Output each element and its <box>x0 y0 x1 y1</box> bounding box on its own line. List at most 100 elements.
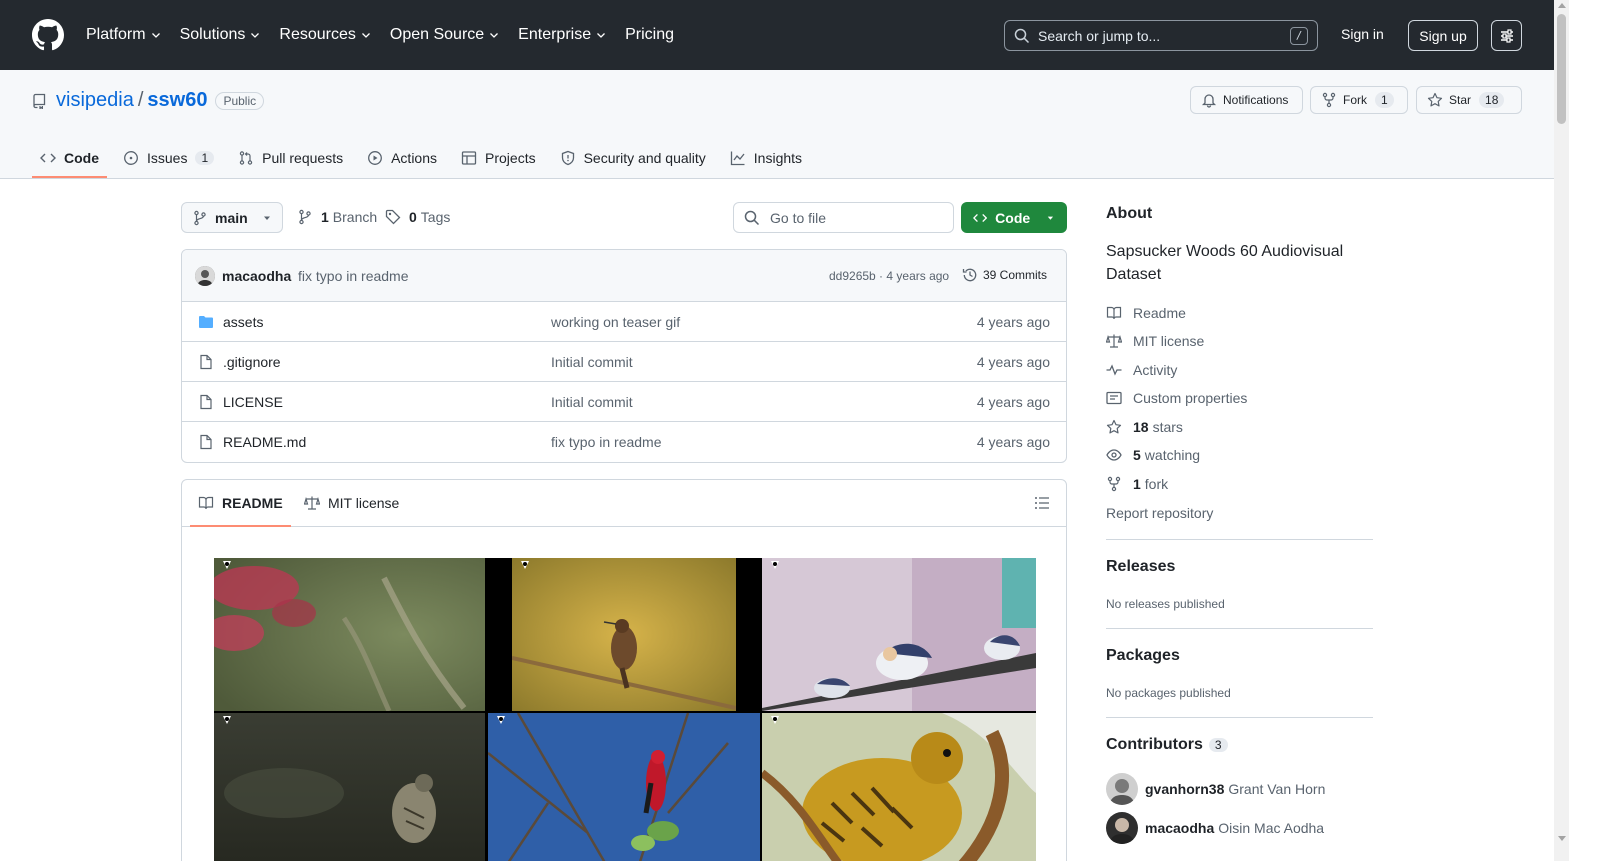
report-repository-link[interactable]: Report repository <box>1106 505 1213 521</box>
file-name-link[interactable]: README.md <box>223 434 306 450</box>
sign-up-button[interactable]: Sign up <box>1408 20 1478 51</box>
tab-insights[interactable]: Insights <box>722 139 810 177</box>
search-input[interactable]: Search or jump to... / <box>1004 20 1318 51</box>
star-icon <box>1106 419 1122 434</box>
contributor-item[interactable]: macaodha Oisin Mac Aodha <box>1106 812 1324 844</box>
list-toc-icon[interactable] <box>1034 495 1050 511</box>
branch-name: main <box>215 209 248 226</box>
star-button[interactable]: Star 18 <box>1416 86 1522 114</box>
file-commit-message[interactable]: Initial commit <box>551 394 633 410</box>
contributors-heading[interactable]: Contributors 3 <box>1106 736 1228 754</box>
readme-link[interactable]: Readme <box>1106 305 1186 321</box>
forks-link[interactable]: 1 fork <box>1106 476 1168 492</box>
notifications-button[interactable]: Notifications <box>1190 86 1303 114</box>
avatar[interactable] <box>1106 773 1138 805</box>
custom-properties-link[interactable]: Custom properties <box>1106 390 1247 406</box>
nav-pricing[interactable]: Pricing <box>625 22 674 48</box>
pull-request-icon <box>239 151 253 165</box>
scroll-down-arrow-icon[interactable] <box>1558 836 1566 841</box>
bell-icon <box>1201 94 1217 108</box>
global-header: Platform Solutions Resources Open Source… <box>0 0 1554 70</box>
stars-link[interactable]: 18 stars <box>1106 419 1183 435</box>
nav-open-source[interactable]: Open Source <box>390 22 500 48</box>
search-icon <box>1014 28 1030 43</box>
search-shortcut-key: / <box>1290 26 1308 45</box>
tags-link[interactable]: 0 Tags <box>385 209 450 225</box>
file-icon <box>200 354 212 370</box>
nav-solutions[interactable]: Solutions <box>180 22 262 48</box>
packages-heading[interactable]: Packages <box>1106 647 1180 665</box>
fork-count: 1 <box>1375 92 1394 108</box>
code-download-button[interactable]: Code <box>961 202 1067 233</box>
side-link-label: watching <box>1144 447 1201 463</box>
file-commit-message[interactable]: fix typo in readme <box>551 434 662 450</box>
commit-author-link[interactable]: macaodha <box>222 268 291 284</box>
avatar[interactable] <box>195 266 215 286</box>
releases-heading[interactable]: Releases <box>1106 558 1175 576</box>
fork-button[interactable]: Fork 1 <box>1310 86 1408 114</box>
file-row[interactable]: LICENSE Initial commit 4 years ago <box>182 382 1066 422</box>
commit-sha-time[interactable]: dd9265b · 4 years ago <box>829 269 949 283</box>
table-icon <box>461 151 477 165</box>
tab-security[interactable]: Security and quality <box>552 139 714 177</box>
nav-resources[interactable]: Resources <box>279 22 371 48</box>
chevron-down-icon <box>151 33 160 38</box>
sign-in-link[interactable]: Sign in <box>1341 26 1384 42</box>
file-row[interactable]: README.md fix typo in readme 4 years ago <box>182 422 1066 462</box>
branches-link[interactable]: 1 Branch <box>297 209 377 225</box>
tab-label: Actions <box>391 150 438 166</box>
tab-actions[interactable]: Actions <box>359 139 445 177</box>
tab-label: Code <box>64 150 99 166</box>
issue-icon <box>124 151 138 165</box>
file-row[interactable]: .gitignore Initial commit 4 years ago <box>182 342 1066 382</box>
note-icon <box>1106 391 1122 405</box>
search-placeholder: Search or jump to... <box>1038 27 1161 44</box>
branch-selector[interactable]: main <box>181 202 283 233</box>
commits-history-link[interactable]: 39 Commits <box>962 267 1047 283</box>
avatar[interactable] <box>1106 812 1138 844</box>
github-logo-icon[interactable] <box>32 19 64 51</box>
repo-name-link[interactable]: ssw60 <box>147 89 207 112</box>
tab-readme[interactable]: README <box>190 480 291 527</box>
scroll-up-arrow-icon[interactable] <box>1558 3 1566 8</box>
tab-license[interactable]: MIT license <box>296 480 407 526</box>
file-name-link[interactable]: .gitignore <box>223 354 281 370</box>
tab-projects[interactable]: Projects <box>453 139 544 177</box>
logo-mark-icon <box>771 716 779 724</box>
file-row[interactable]: assets working on teaser gif 4 years ago <box>182 302 1066 342</box>
branch-label: Branch <box>332 209 378 225</box>
file-commit-message[interactable]: working on teaser gif <box>551 314 680 330</box>
repo-owner-link[interactable]: visipedia <box>56 89 134 112</box>
shield-icon <box>561 150 574 166</box>
file-name-link[interactable]: assets <box>223 314 263 330</box>
side-link-label: MIT license <box>1133 333 1205 349</box>
side-link-label: Activity <box>1133 362 1178 378</box>
tab-issues[interactable]: Issues 1 <box>115 139 222 177</box>
contributor-item[interactable]: gvanhorn38 Grant Van Horn <box>1106 773 1325 805</box>
file-commit-message[interactable]: Initial commit <box>551 354 633 370</box>
branch-icon <box>299 209 311 225</box>
repo-title: visipedia / ssw60 Public <box>32 89 265 112</box>
readme-panel: README MIT license <box>181 479 1067 861</box>
latest-commit-bar: macaodha fix typo in readme dd9265b · 4 … <box>182 250 1066 302</box>
side-link-label: fork <box>1144 476 1169 492</box>
contributor-login: gvanhorn38 <box>1145 781 1225 797</box>
law-icon <box>304 496 320 510</box>
go-to-file-input[interactable]: Go to file <box>733 202 954 233</box>
license-link[interactable]: MIT license <box>1106 333 1204 349</box>
page-scrollbar[interactable] <box>1554 0 1569 861</box>
side-link-label: stars <box>1152 419 1183 435</box>
file-age: 4 years ago <box>976 394 1050 410</box>
nav-enterprise[interactable]: Enterprise <box>518 22 607 48</box>
file-name-link[interactable]: LICENSE <box>223 394 283 410</box>
bird-photo-tile <box>762 713 1036 861</box>
watchers-link[interactable]: 5 watching <box>1106 447 1200 463</box>
releases-empty-text: No releases published <box>1106 597 1225 611</box>
settings-menu-button[interactable] <box>1491 20 1522 51</box>
tab-pull-requests[interactable]: Pull requests <box>230 139 351 177</box>
tab-code[interactable]: Code <box>32 139 107 178</box>
scrollbar-thumb[interactable] <box>1557 14 1566 124</box>
activity-link[interactable]: Activity <box>1106 362 1177 378</box>
commit-message-link[interactable]: fix typo in readme <box>298 268 409 284</box>
nav-platform[interactable]: Platform <box>86 22 162 48</box>
